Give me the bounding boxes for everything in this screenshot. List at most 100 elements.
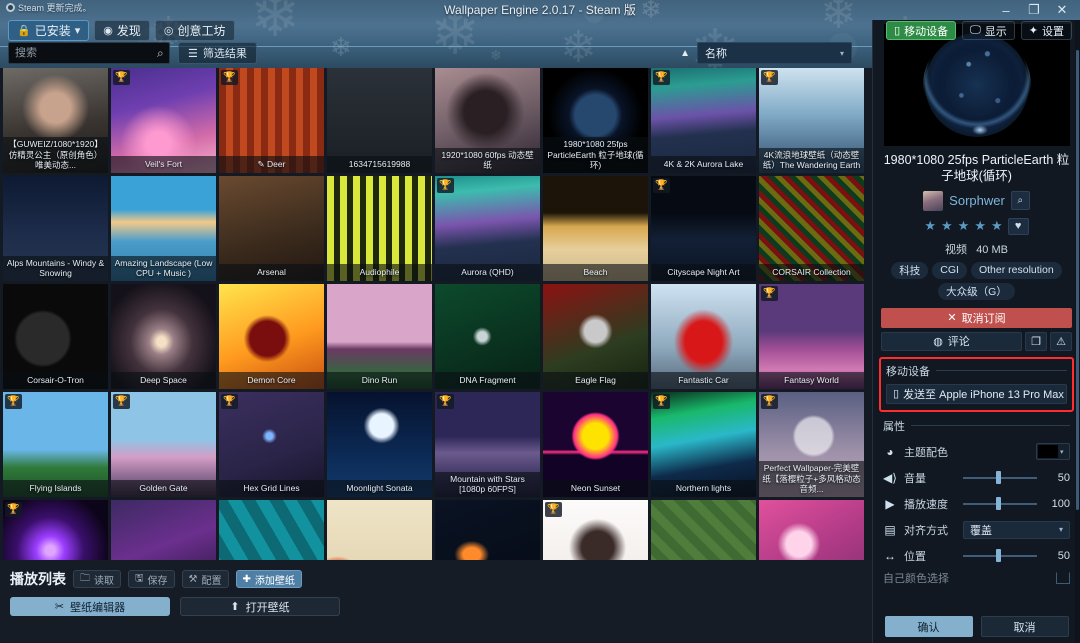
slider-handle[interactable] [996,471,1002,484]
wallpaper-thumbnail [651,500,756,560]
wallpaper-tile[interactable]: 1634715619988 [327,68,432,173]
wallpaper-tile[interactable] [759,500,864,560]
color-swatch-button[interactable]: ▾ [1036,443,1070,460]
wallpaper-tile[interactable] [651,500,756,560]
wallpaper-tile[interactable]: 🏆 4K流浪地球壁纸（动态壁纸）The Wandering Earth [759,68,864,173]
wallpaper-tile[interactable] [435,500,540,560]
wallpaper-tile[interactable]: 🏆 Aurora (QHD) [435,176,540,281]
wallpaper-tile[interactable]: Corsair-O-Tron [3,284,108,389]
wallpaper-preview[interactable] [883,24,1070,146]
wallpaper-tile[interactable]: Amazing Landscape (Low CPU + Music ) [111,176,216,281]
copy-icon[interactable]: ❐ [1025,331,1047,351]
heart-icon[interactable]: ♥ [1007,217,1029,235]
author-name[interactable]: Sorphwer [949,193,1005,208]
sort-select[interactable]: 名称 ▾ [697,42,852,64]
mobile-devices-button[interactable]: ▯ 移动设备 [886,21,957,40]
wallpaper-tile[interactable]: 【GUWEIZ/1080*1920】 仿精灵公主（原创角色）唯美动态... [3,68,108,173]
wallpaper-tile[interactable]: Beach [543,176,648,281]
minimize-button[interactable]: – [992,0,1020,20]
wallpaper-tile[interactable] [327,500,432,560]
star-icon[interactable]: ★ [958,218,970,234]
search-box[interactable]: ⌕ [8,42,170,64]
comment-button[interactable]: ◍ 评论 [881,331,1022,351]
wallpaper-tile[interactable]: 🏆 Golden Gate [111,392,216,497]
wallpaper-tile[interactable]: 🏆 Perfect Wallpaper-完美壁纸【落樱粒子+多风格动态音频... [759,392,864,497]
wallpaper-tile[interactable]: 🏆 Flying Islands [3,392,108,497]
send-to-device-label: 发送至 Apple iPhone 13 Pro Max Ultra [903,388,1066,401]
wallpaper-tile[interactable]: 1920*1080 60fps 动态壁纸 [435,68,540,173]
wallpaper-tile[interactable]: Deep Space [111,284,216,389]
display-button[interactable]: 🖵 显示 [962,21,1015,40]
sort-ascending-icon[interactable]: ▲ [680,48,690,59]
tab-discover[interactable]: ◉ 发现 [94,20,150,41]
playlist-config-button[interactable]: ⚒ 配置 [181,570,229,588]
position-slider[interactable] [963,549,1037,563]
wallpaper-tile[interactable]: 🏆 Hex Grid Lines [219,392,324,497]
volume-slider[interactable] [963,471,1037,485]
checkbox[interactable] [1056,571,1070,584]
wallpaper-tile[interactable]: Demon Core [219,284,324,389]
wallpaper-tile[interactable]: Moonlight Sonata [327,392,432,497]
cancel-button[interactable]: 取消 [980,616,1069,637]
wallpaper-tile[interactable]: 🏆 [543,500,648,560]
wallpaper-tile[interactable]: 🏆 Mountain with Stars [1080p 60FPS] [435,392,540,497]
wallpaper-tile[interactable]: Fantastic Car [651,284,756,389]
wallpaper-tile[interactable]: 🏆 Northern lights [651,392,756,497]
tag-chip[interactable]: CGI [932,261,967,279]
search-icon[interactable]: ⌕ [157,46,164,61]
playlist-load-button[interactable]: 🗀 读取 [73,570,121,588]
filter-icon: ☰ [188,47,198,60]
open-wallpaper-button[interactable]: ⬆ 打开壁纸 [180,597,340,616]
settings-button[interactable]: ✦ 设置 [1020,21,1072,40]
confirm-button[interactable]: 确认 [884,616,973,637]
wallpaper-tile[interactable]: 🏆 Veil's Fort [111,68,216,173]
filter-results-button[interactable]: ☰ 筛选结果 [178,42,257,64]
alignment-select[interactable]: 覆盖 ▾ [963,520,1070,539]
wallpaper-tile[interactable]: Eagle Flag [543,284,648,389]
wallpaper-tile[interactable]: 1980*1080 25fps ParticleEarth 粒子地球(循环) [543,68,648,173]
close-button[interactable]: ✕ [1048,0,1076,20]
slider-handle[interactable] [996,549,1002,562]
wallpaper-tile[interactable]: DNA Fragment [435,284,540,389]
wallpaper-tile[interactable]: CORSAIR Collection [759,176,864,281]
playback-speed-slider[interactable] [963,497,1037,511]
trophy-icon: 🏆 [761,70,778,85]
tab-installed[interactable]: 🔒 已安装 ▾ [8,20,90,41]
tag-chip[interactable]: 大众级（G） [938,282,1015,300]
tab-discover-label: 发现 [116,24,141,38]
wallpaper-tile-label: Dino Run [327,372,432,389]
wallpaper-tile[interactable]: 🏆 Cityscape Night Art [651,176,756,281]
details-scrollbar-thumb[interactable] [1076,50,1079,510]
tag-chip[interactable]: 科技 [891,261,929,279]
wallpaper-tile[interactable]: 🏆 4K & 2K Aurora Lake [651,68,756,173]
star-icon[interactable]: ★ [941,218,953,234]
wallpaper-tile[interactable]: 🏆 Fantasy World [759,284,864,389]
tab-workshop[interactable]: ◎ 创意工坊 [154,20,235,41]
author-search-icon[interactable]: ⌕ [1010,191,1030,210]
slider-handle[interactable] [996,497,1002,510]
playlist-add-wallpaper-button[interactable]: ✚ 添加壁纸 [235,570,302,588]
star-icon[interactable]: ★ [991,218,1003,234]
unsubscribe-button[interactable]: ✕ 取消订阅 [881,307,1072,328]
details-scrollbar[interactable] [1075,20,1080,643]
star-icon[interactable]: ★ [924,218,936,234]
wallpaper-tile[interactable] [219,500,324,560]
tag-chip[interactable]: Other resolution [970,261,1062,279]
send-to-device-button[interactable]: ▯ 发送至 Apple iPhone 13 Pro Max Ultra + [886,383,1067,404]
restore-button[interactable]: ❐ [1020,0,1048,20]
wallpaper-tile[interactable]: 🏆 [3,500,108,560]
star-icon[interactable]: ★ [974,218,986,234]
wallpaper-editor-button[interactable]: ✂ 壁纸编辑器 [10,597,170,616]
playlist-save-button[interactable]: 🖫 保存 [128,570,175,588]
wallpaper-tile[interactable]: Dino Run [327,284,432,389]
wallpaper-tile[interactable]: 🏆 ✎ Deer [219,68,324,173]
search-input[interactable] [15,47,157,59]
wallpaper-tile[interactable]: Alps Mountains - Windy & Snowing [3,176,108,281]
wallpaper-tile[interactable]: Audiophile [327,176,432,281]
wallpaper-tile[interactable]: Neon Sunset [543,392,648,497]
wallpaper-tile[interactable] [111,500,216,560]
wallpaper-tile[interactable]: Arsenal [219,176,324,281]
plus-icon: ✚ [242,573,251,585]
trophy-icon: 🏆 [653,178,670,193]
warning-icon[interactable]: ⚠ [1050,331,1072,351]
